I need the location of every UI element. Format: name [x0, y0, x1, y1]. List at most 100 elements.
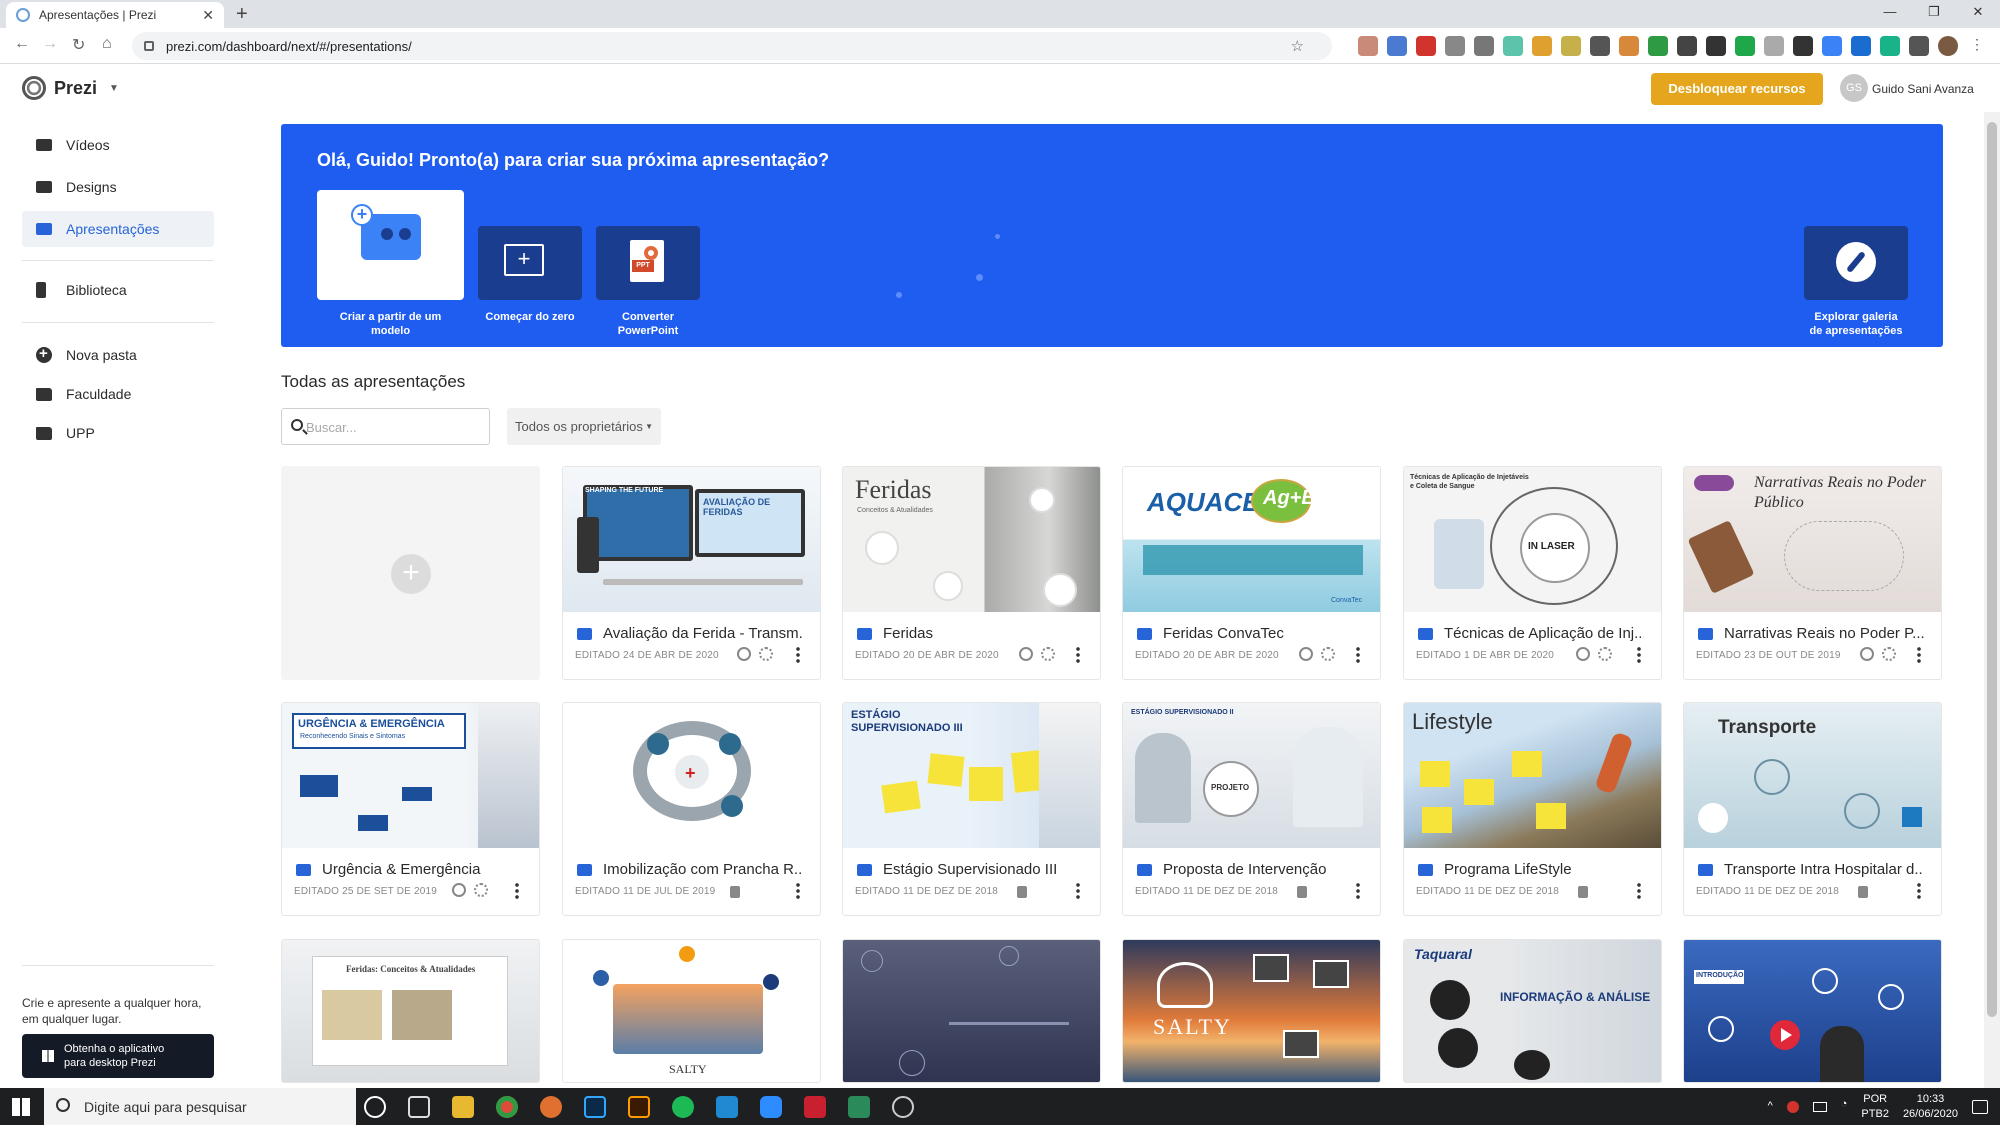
page-scrollbar[interactable] [1984, 112, 2000, 1088]
illustrator-icon[interactable] [628, 1096, 650, 1118]
more-options-icon[interactable] [1076, 647, 1080, 663]
puzzle-icon[interactable] [1909, 36, 1929, 56]
extension-icon[interactable] [1706, 36, 1726, 56]
search-box[interactable] [281, 408, 490, 445]
extension-icon[interactable] [1445, 36, 1465, 56]
scrollbar-thumb[interactable] [1987, 122, 1997, 1017]
more-options-icon[interactable] [1917, 883, 1921, 899]
more-options-icon[interactable] [1356, 647, 1360, 663]
presentation-card[interactable]: Taquaral INFORMAÇÃO & ANÁLISE [1403, 939, 1662, 1083]
user-name[interactable]: Guido Sani Avanza [1872, 82, 1974, 96]
sidebar-item-designs[interactable]: Designs [22, 169, 214, 205]
owners-filter-dropdown[interactable]: Todos os proprietários ▼ [507, 408, 661, 445]
reload-icon[interactable]: ↻ [72, 35, 85, 55]
presentation-card[interactable]: SALTY [562, 939, 821, 1083]
more-options-icon[interactable] [515, 883, 519, 899]
presentation-card[interactable]: Lifestyle Programa LifeStyle EDITADO 11 … [1403, 702, 1662, 916]
wifi-icon[interactable]: ◔ [1841, 1098, 1848, 1110]
sidebar-item-library[interactable]: Biblioteca [22, 272, 214, 308]
presentation-card[interactable] [842, 939, 1101, 1083]
extension-icon[interactable] [1822, 36, 1842, 56]
sidebar-item-videos[interactable]: Vídeos [22, 127, 214, 163]
extension-icon[interactable] [1880, 36, 1900, 56]
presentation-card[interactable]: Transporte Transporte Intra Hospitalar d… [1683, 702, 1942, 916]
presentation-title[interactable]: Feridas [883, 625, 1083, 642]
new-presentation-card[interactable]: + [281, 466, 540, 680]
presentation-card[interactable]: SALTY [1122, 939, 1381, 1083]
home-icon[interactable]: ⌂ [102, 35, 112, 53]
presentation-card[interactable]: Feridas: Conceitos & Atualidades [281, 939, 540, 1083]
extension-icon[interactable] [1851, 36, 1871, 56]
more-options-icon[interactable] [796, 883, 800, 899]
explore-gallery-card[interactable]: Explorar galeria de apresentações [1802, 226, 1910, 338]
presentation-card[interactable]: Narrativas Reais no Poder Público Narrat… [1683, 466, 1942, 680]
sidebar-item-presentations[interactable]: Apresentações [22, 211, 214, 247]
extension-icon[interactable] [1619, 36, 1639, 56]
presentation-title[interactable]: Avaliação da Ferida - Transm... [603, 625, 803, 642]
chevron-down-icon[interactable]: ▼ [109, 83, 119, 94]
search-input[interactable] [306, 417, 481, 437]
vscode-icon[interactable] [716, 1096, 738, 1118]
more-options-icon[interactable] [1917, 647, 1921, 663]
language-indicator[interactable]: POR PTB2 [1861, 1092, 1889, 1122]
zoom-icon[interactable] [760, 1096, 782, 1118]
start-from-blank-card[interactable]: + Começar do zero [477, 226, 583, 324]
task-view-icon[interactable] [408, 1096, 430, 1118]
extension-icon[interactable] [1416, 36, 1436, 56]
close-tab-icon[interactable]: ✕ [202, 7, 214, 24]
forward-icon[interactable]: → [42, 35, 58, 53]
menu-icon[interactable]: ⋮ [1967, 36, 1987, 56]
presentation-title[interactable]: Feridas ConvaTec [1163, 625, 1363, 642]
profile-avatar-icon[interactable] [1938, 36, 1958, 56]
presentation-title[interactable]: Proposta de Intervenção [1163, 861, 1363, 878]
avatar[interactable]: GS [1840, 74, 1868, 102]
presentation-card[interactable]: SHAPING THE FUTURE AVALIAÇÃO DE FERIDAS … [562, 466, 821, 680]
extension-icon[interactable] [1474, 36, 1494, 56]
more-options-icon[interactable] [1356, 883, 1360, 899]
windows-start-icon[interactable] [12, 1098, 30, 1116]
file-explorer-icon[interactable] [452, 1096, 474, 1118]
extension-icon[interactable] [1793, 36, 1813, 56]
new-tab-icon[interactable]: + [236, 3, 248, 26]
extension-icon[interactable] [1590, 36, 1610, 56]
acrobat-icon[interactable] [804, 1096, 826, 1118]
extension-icon[interactable] [1532, 36, 1552, 56]
address-bar[interactable]: prezi.com/dashboard/next/#/presentations… [132, 32, 1332, 60]
presentation-card[interactable]: URGÊNCIA & EMERGÊNCIA Reconhecendo Sinai… [281, 702, 540, 916]
cortana-icon[interactable] [364, 1096, 386, 1118]
presentation-card[interactable]: Técnicas de Aplicação de Injetáveis e Co… [1403, 466, 1662, 680]
presentation-title[interactable]: Estágio Supervisionado III [883, 861, 1083, 878]
back-icon[interactable]: ← [14, 35, 30, 53]
extension-icon[interactable] [1387, 36, 1407, 56]
bookmark-star-icon[interactable]: ☆ [1291, 37, 1318, 55]
battery-icon[interactable] [1812, 1102, 1827, 1112]
presentation-card[interactable]: AQUACEL Ag+Extra ConvaTec Feridas ConvaT… [1122, 466, 1381, 680]
presentation-title[interactable]: Transporte Intra Hospitalar d... [1724, 861, 1924, 878]
more-options-icon[interactable] [1076, 883, 1080, 899]
presentation-title[interactable]: Imobilização com Prancha R... [603, 861, 803, 878]
extension-icon[interactable] [1677, 36, 1697, 56]
get-desktop-app-button[interactable]: Obtenha o aplicativo para desktop Prezi [22, 1034, 214, 1078]
presentation-card[interactable]: + Imobilização com Prancha R... EDITADO … [562, 702, 821, 916]
presentation-title[interactable]: Narrativas Reais no Poder P... [1724, 625, 1924, 642]
sidebar-item-folder-faculdade[interactable]: Faculdade [22, 376, 214, 412]
extension-icon[interactable] [1503, 36, 1523, 56]
presentation-card[interactable]: INTRODUÇÃO [1683, 939, 1942, 1083]
tray-app-icon[interactable] [1786, 1101, 1799, 1113]
app-icon[interactable] [892, 1096, 914, 1118]
extension-icon[interactable] [1735, 36, 1755, 56]
prezi-logo[interactable]: Prezi ▼ [22, 76, 119, 100]
presentation-title[interactable]: Urgência & Emergência [322, 861, 522, 878]
browser-tab[interactable]: Apresentações | Prezi ✕ [6, 2, 224, 28]
taskbar-search[interactable]: Digite aqui para pesquisar [44, 1088, 356, 1125]
more-options-icon[interactable] [1637, 647, 1641, 663]
clock[interactable]: 10:33 26/06/2020 [1903, 1092, 1958, 1122]
app-icon[interactable] [848, 1096, 870, 1118]
maximize-icon[interactable]: ❐ [1912, 0, 1956, 28]
sidebar-item-folder-upp[interactable]: UPP [22, 415, 214, 451]
photoshop-icon[interactable] [584, 1096, 606, 1118]
close-window-icon[interactable]: ✕ [1956, 0, 2000, 28]
show-hidden-icons-icon[interactable]: ^ [1768, 1100, 1773, 1112]
app-icon[interactable] [540, 1096, 562, 1118]
chrome-icon[interactable] [496, 1096, 518, 1118]
